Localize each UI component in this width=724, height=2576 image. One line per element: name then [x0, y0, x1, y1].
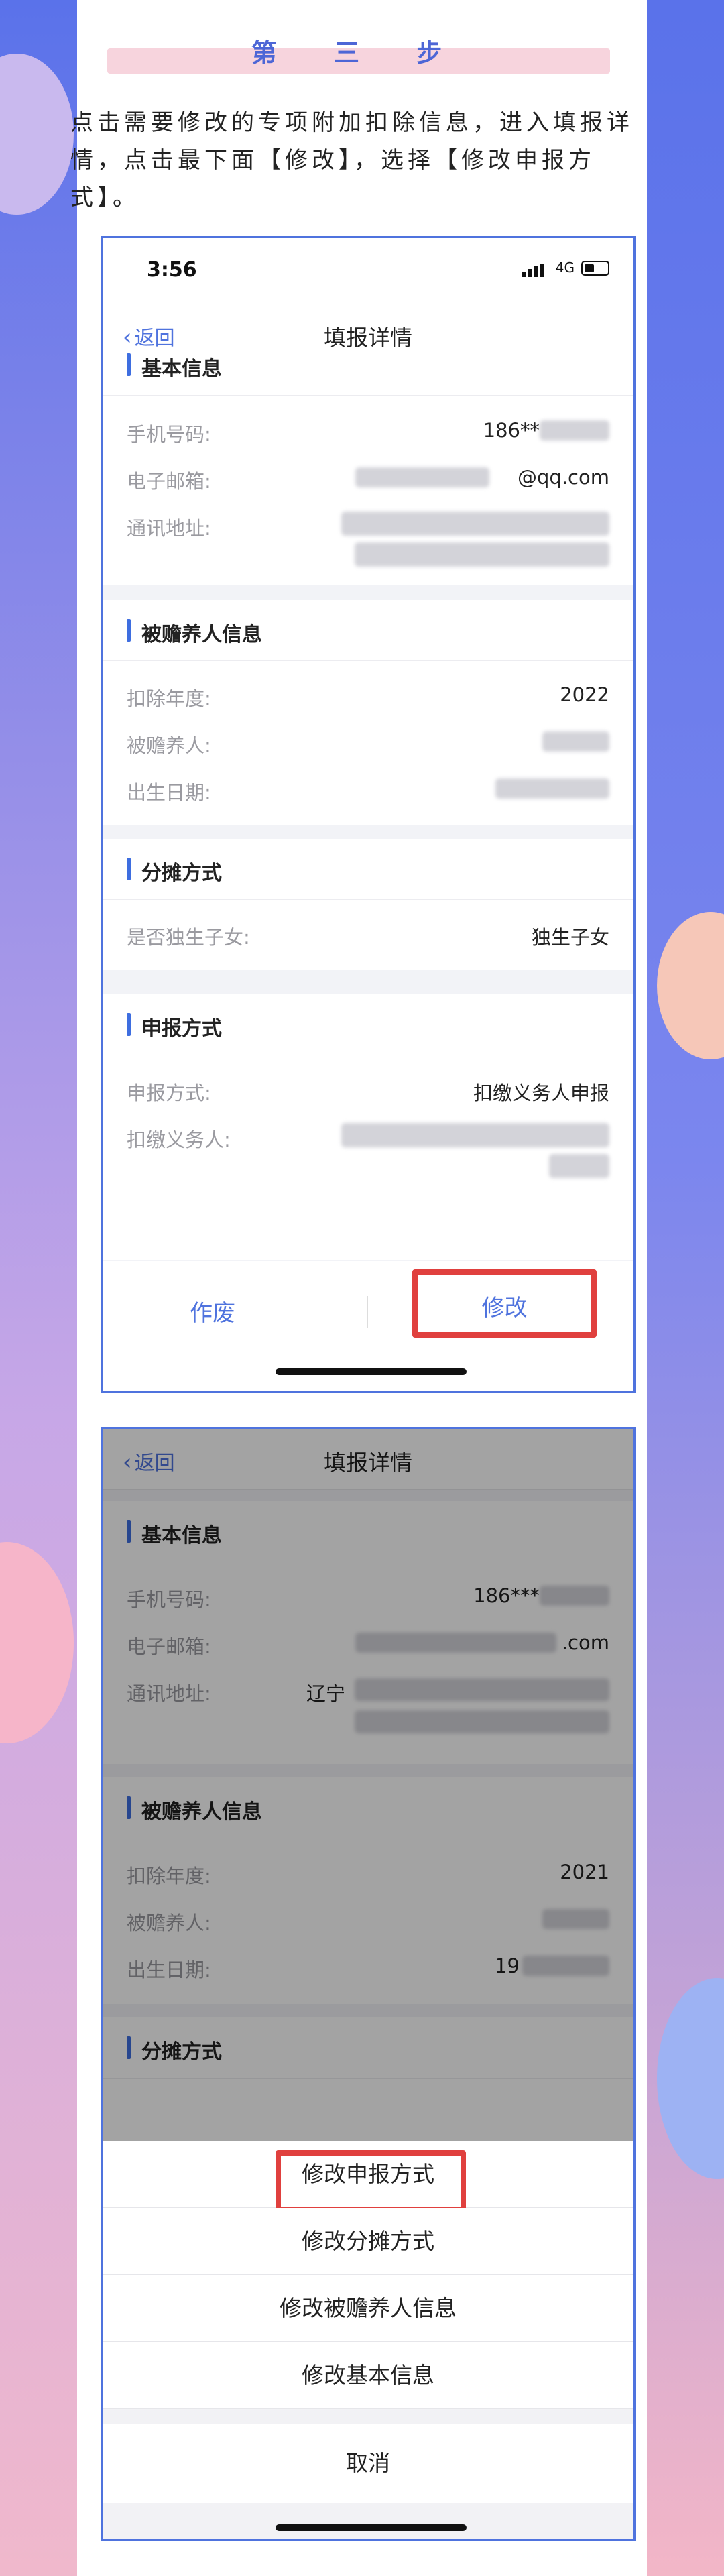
section-basic-info: 基本信息 手机号码: 186** @qq.com 电子邮箱: 通讯地址:	[103, 353, 634, 585]
row-label: 申报方式:	[127, 1081, 211, 1104]
row-only-child: 是否独生子女: 独生子女	[103, 910, 634, 957]
row-label: 扣除年度:	[127, 687, 211, 710]
blurred-value	[495, 778, 609, 799]
status-bar: 3:56 4G	[103, 238, 634, 304]
row-value: 扣缴义务人申报	[473, 1081, 609, 1104]
void-button[interactable]: 作废	[190, 1295, 235, 1328]
row-label: 出生日期:	[127, 781, 211, 804]
left-decoration	[0, 0, 77, 2576]
section-bar	[127, 858, 131, 880]
section-title: 分摊方式	[141, 862, 222, 885]
blurred-value	[542, 731, 609, 752]
declare-method-highlight	[276, 2150, 466, 2212]
section-header: 分摊方式	[103, 839, 634, 900]
section-share-method: 分摊方式 是否独生子女: 独生子女	[103, 839, 634, 970]
row-year: 扣除年度: 2022	[103, 671, 634, 718]
row-label: 手机号码:	[127, 423, 211, 446]
row-phone: 手机号码: 186**	[103, 407, 634, 454]
row-address: 通讯地址:	[103, 501, 634, 575]
signal-icon	[522, 262, 546, 277]
network-label: 4G	[555, 259, 575, 276]
row-agent: 扣缴义务人:	[103, 1112, 634, 1186]
modal-dim-overlay[interactable]	[103, 1429, 634, 2141]
row-value: 独生子女	[531, 926, 609, 949]
battery-icon	[581, 261, 609, 276]
row-value: 2022	[560, 683, 609, 706]
section-title: 基本信息	[141, 357, 222, 381]
blurred-value	[355, 542, 609, 567]
home-indicator	[276, 2524, 467, 2531]
section-declare-method: 申报方式 申报方式: 扣缴义务人申报 扣缴义务人:	[103, 994, 634, 1260]
blurred-value	[549, 1154, 609, 1178]
divider	[367, 1296, 368, 1328]
blurred-value	[341, 1123, 609, 1147]
section-header: 申报方式	[103, 994, 634, 1055]
right-decoration	[647, 0, 724, 2576]
row-label: 被赡养人:	[127, 734, 211, 757]
phone-screenshot-sheet: ‹ 返回 填报详情 基本信息 手机号码: 186*** 电子邮箱: .com 通讯…	[101, 1427, 636, 2541]
blurred-value	[341, 512, 609, 536]
row-label: 电子邮箱:	[127, 470, 211, 493]
section-header: 被赡养人信息	[103, 600, 634, 661]
section-dependent-info: 被赡养人信息 扣除年度: 2022 被赡养人: 出生日期:	[103, 600, 634, 825]
row-label: 扣缴义务人:	[127, 1128, 231, 1151]
blurred-value	[355, 467, 489, 487]
section-bar	[127, 619, 131, 642]
section-bar	[127, 1013, 131, 1036]
row-value: @qq.com	[518, 466, 609, 489]
sheet-item-edit-share-method[interactable]: 修改分摊方式	[103, 2208, 634, 2275]
blurred-value	[540, 420, 609, 441]
sheet-item-edit-basic-info[interactable]: 修改基本信息	[103, 2342, 634, 2409]
row-person: 被赡养人:	[103, 718, 634, 765]
intro-text: 点击需要修改的专项附加扣除信息，进入填报详情，点击最下面【修改】，选择【修改申报…	[70, 109, 634, 211]
row-label: 通讯地址:	[127, 517, 211, 540]
row-birth: 出生日期:	[103, 765, 634, 812]
section-title: 申报方式	[141, 1017, 222, 1041]
row-email: @qq.com 电子邮箱:	[103, 454, 634, 501]
sheet-cancel-button[interactable]: 取消	[103, 2424, 634, 2503]
phone-screenshot-detail: 3:56 4G ‹ 返回 填报详情 基本信息 手机号码: 186** @qq.co…	[101, 236, 636, 1393]
action-sheet: 修改申报方式 修改分摊方式 修改被赡养人信息 修改基本信息 取消	[103, 2141, 634, 2539]
row-method: 申报方式: 扣缴义务人申报	[103, 1065, 634, 1112]
sheet-item-edit-dependent-info[interactable]: 修改被赡养人信息	[103, 2275, 634, 2342]
status-time: 3:56	[147, 258, 197, 282]
step-title: 第 三 步	[251, 38, 467, 68]
edit-button[interactable]: 修改	[412, 1289, 597, 1322]
row-value: 186**	[483, 419, 540, 442]
row-label: 是否独生子女:	[127, 926, 250, 949]
home-indicator	[276, 1368, 467, 1375]
section-header: 基本信息	[103, 335, 634, 396]
section-title: 被赡养人信息	[141, 623, 262, 646]
section-bar	[127, 353, 131, 376]
bottom-action-bar: 作废 修改	[103, 1261, 634, 1391]
